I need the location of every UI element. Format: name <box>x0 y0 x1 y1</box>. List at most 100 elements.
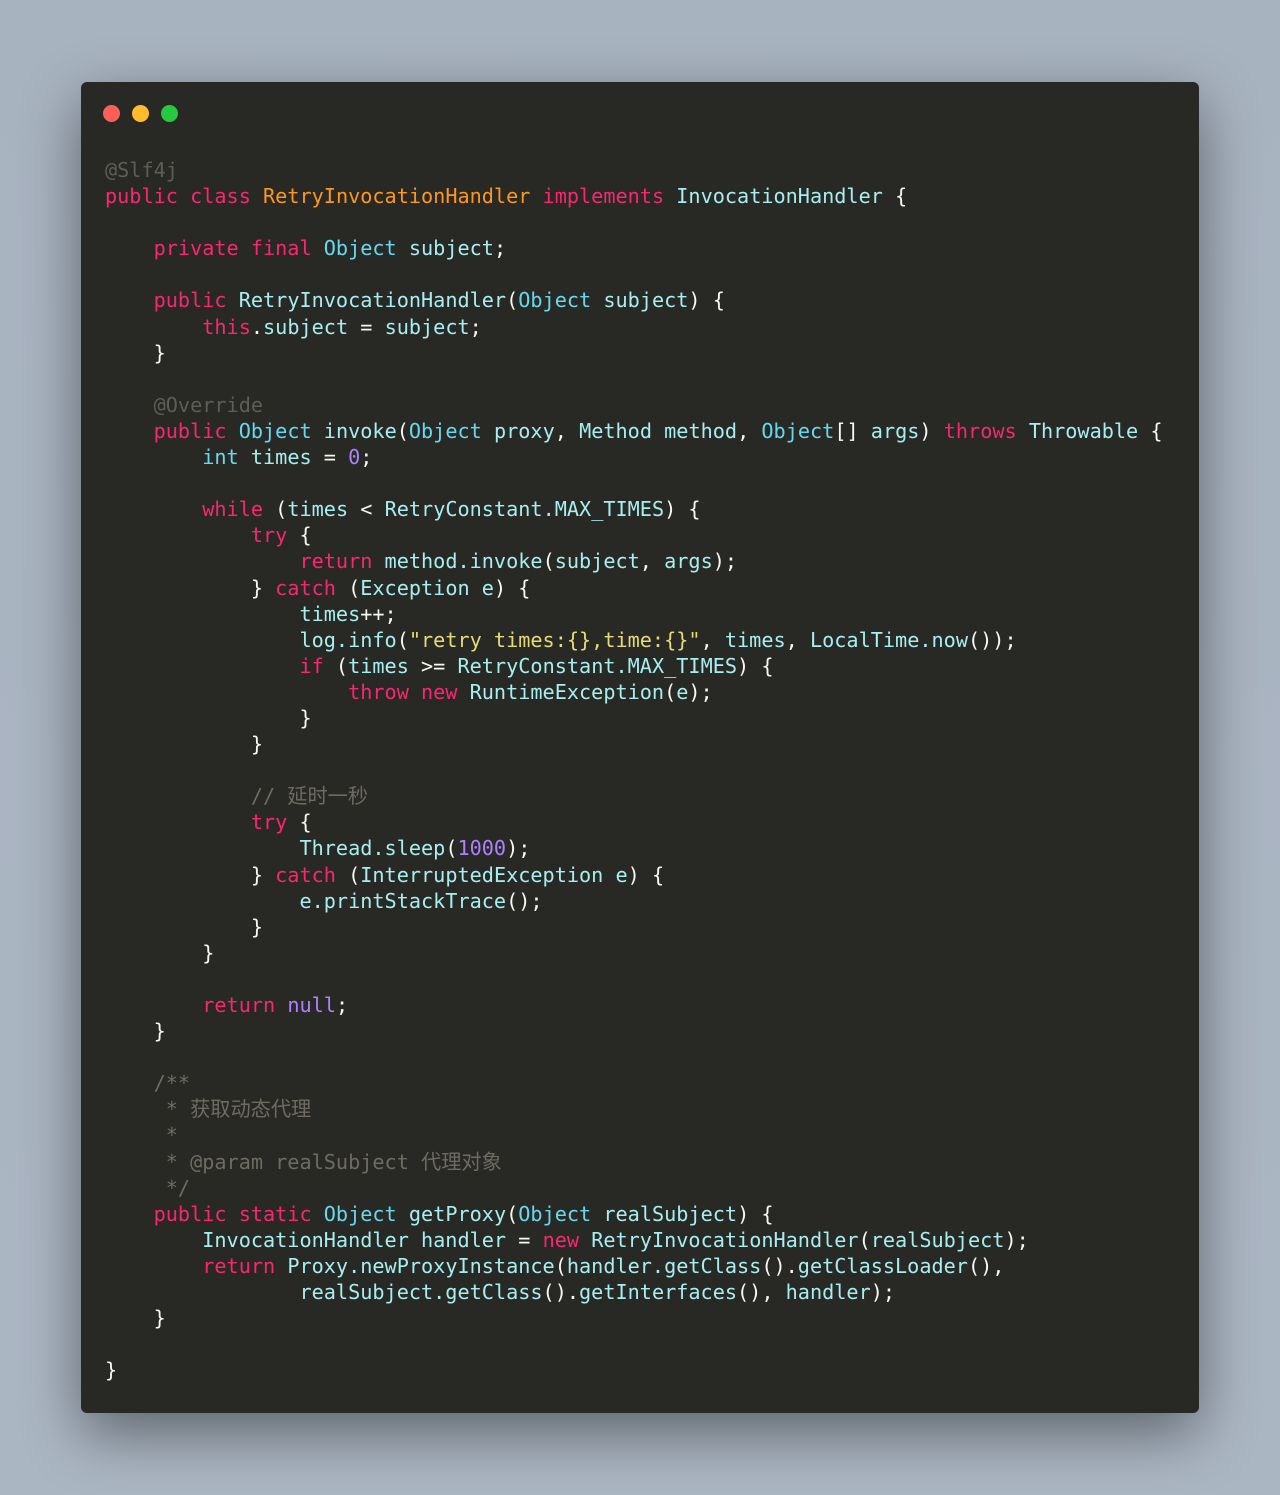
token-punctuation: ( <box>445 836 458 861</box>
close-button[interactable] <box>103 105 120 122</box>
token-punctuation: { <box>287 810 312 835</box>
code-line: public static Object getProxy(Object rea… <box>105 1201 1163 1227</box>
token-punctuation: , <box>639 549 665 574</box>
code-line: } <box>105 1305 1163 1331</box>
code-line: realSubject.getClass().getInterfaces(), … <box>105 1279 1163 1305</box>
token-punctuation: ( <box>554 1253 567 1278</box>
token-number-literal: 0 <box>348 445 361 470</box>
token-identifier: Thread.sleep <box>105 836 446 861</box>
token-comment: * 获取动态代理 <box>105 1097 312 1122</box>
token-identifier: RetryInvocationHandler <box>238 288 507 313</box>
token-punctuation: >= <box>408 653 458 678</box>
token-identifier: realSubject.getClass <box>105 1280 543 1305</box>
token-punctuation: (). <box>761 1253 798 1278</box>
token-punctuation: ( <box>542 549 555 574</box>
token-punctuation: ) { <box>493 575 531 600</box>
code-line: } <box>105 914 1163 940</box>
token-keyword: return <box>105 549 385 574</box>
token-keyword: try <box>105 523 288 548</box>
token-punctuation: ; <box>493 236 507 261</box>
token-punctuation: { <box>1138 418 1163 443</box>
token-punctuation: } <box>105 575 276 600</box>
token-punctuation: , <box>554 418 580 443</box>
token-keyword: return <box>105 993 288 1017</box>
code-line: int times = 0; <box>105 444 1163 470</box>
token-punctuation: = <box>506 1227 543 1252</box>
token-identifier: subject <box>263 314 349 339</box>
token-punctuation: ( <box>396 418 409 443</box>
code-line: if (times >= RetryConstant.MAX_TIMES) { <box>105 653 1163 679</box>
token-type: Object <box>408 418 482 443</box>
code-line: @Override <box>105 392 1163 418</box>
token-punctuation: = <box>311 445 349 470</box>
token-identifier: InvocationHandler handler <box>105 1227 507 1252</box>
token-string-literal: "retry times:{},time:{}" <box>408 627 701 652</box>
token-punctuation: . <box>250 314 264 339</box>
code-line: try { <box>105 522 1163 548</box>
code-line: } <box>105 340 1163 366</box>
token-type: Object <box>761 418 835 443</box>
token-punctuation: ; <box>335 993 349 1017</box>
token-punctuation: ; <box>469 314 482 339</box>
maximize-button[interactable] <box>161 105 178 122</box>
token-keyword: public class <box>105 184 264 209</box>
token-punctuation: , <box>785 627 810 652</box>
token-punctuation: } <box>105 340 166 365</box>
token-punctuation: (). <box>542 1280 580 1305</box>
code-line: } <box>105 705 1163 731</box>
code-line: } <box>105 1357 1163 1383</box>
token-punctuation: } <box>105 705 312 730</box>
token-keyword: throws <box>943 418 1029 443</box>
token-punctuation: ) { <box>737 653 774 678</box>
code-line: public Object invoke(Object proxy, Metho… <box>105 418 1163 444</box>
token-number-literal: 1000 <box>457 836 507 861</box>
token-keyword: public static <box>105 1201 324 1226</box>
token-keyword: catch <box>275 862 336 887</box>
token-keyword: throw new <box>105 679 470 704</box>
token-identifier: method.invoke <box>384 549 543 574</box>
code-line: times++; <box>105 601 1163 627</box>
token-punctuation: ; <box>360 445 373 470</box>
token-keyword: while <box>105 497 264 522</box>
token-punctuation: } <box>105 862 276 887</box>
token-keyword: return <box>105 1253 288 1278</box>
code-line: public class RetryInvocationHandler impl… <box>105 183 1163 209</box>
token-identifier: Method method <box>579 418 738 443</box>
token-punctuation: } <box>105 1358 118 1383</box>
code-line: try { <box>105 809 1163 835</box>
code-line: * 获取动态代理 <box>105 1096 1163 1122</box>
token-punctuation: { <box>882 184 908 209</box>
token-identifier: Proxy.newProxyInstance <box>287 1253 555 1278</box>
token-punctuation: = <box>348 314 385 339</box>
token-identifier: args <box>664 549 713 574</box>
code-line: */ <box>105 1175 1163 1201</box>
token-identifier: RuntimeException <box>469 679 665 704</box>
token-punctuation: < <box>348 497 385 522</box>
token-punctuation: ); <box>506 836 531 861</box>
token-keyword: public <box>105 288 239 313</box>
token-annotation: @Slf4j <box>105 158 178 182</box>
token-identifier: getClassLoader <box>797 1253 968 1278</box>
code-window: @Slf4j public class RetryInvocationHandle… <box>81 82 1199 1413</box>
token-punctuation: } <box>105 940 215 965</box>
minimize-button[interactable] <box>132 105 149 122</box>
token-identifier: LocalTime.now <box>809 627 968 652</box>
code-line: private final Object subject; <box>105 235 1163 261</box>
token-keyword: try <box>105 810 288 835</box>
token-punctuation: ); <box>1004 1227 1029 1252</box>
token-punctuation: , <box>700 627 725 652</box>
token-punctuation: ( <box>396 627 409 652</box>
token-comment: */ <box>105 1175 191 1200</box>
token-identifier: realSubject <box>870 1227 1005 1252</box>
code-line: // 延时一秒 <box>105 783 1163 809</box>
token-punctuation: ); <box>712 549 738 574</box>
code-line: * <box>105 1122 1163 1148</box>
token-identifier: InvocationHandler <box>676 184 883 209</box>
token-annotation: @Override <box>105 392 264 417</box>
token-comment: // 延时一秒 <box>105 784 369 809</box>
code-line: } <box>105 731 1163 757</box>
token-punctuation: ( <box>506 288 519 313</box>
